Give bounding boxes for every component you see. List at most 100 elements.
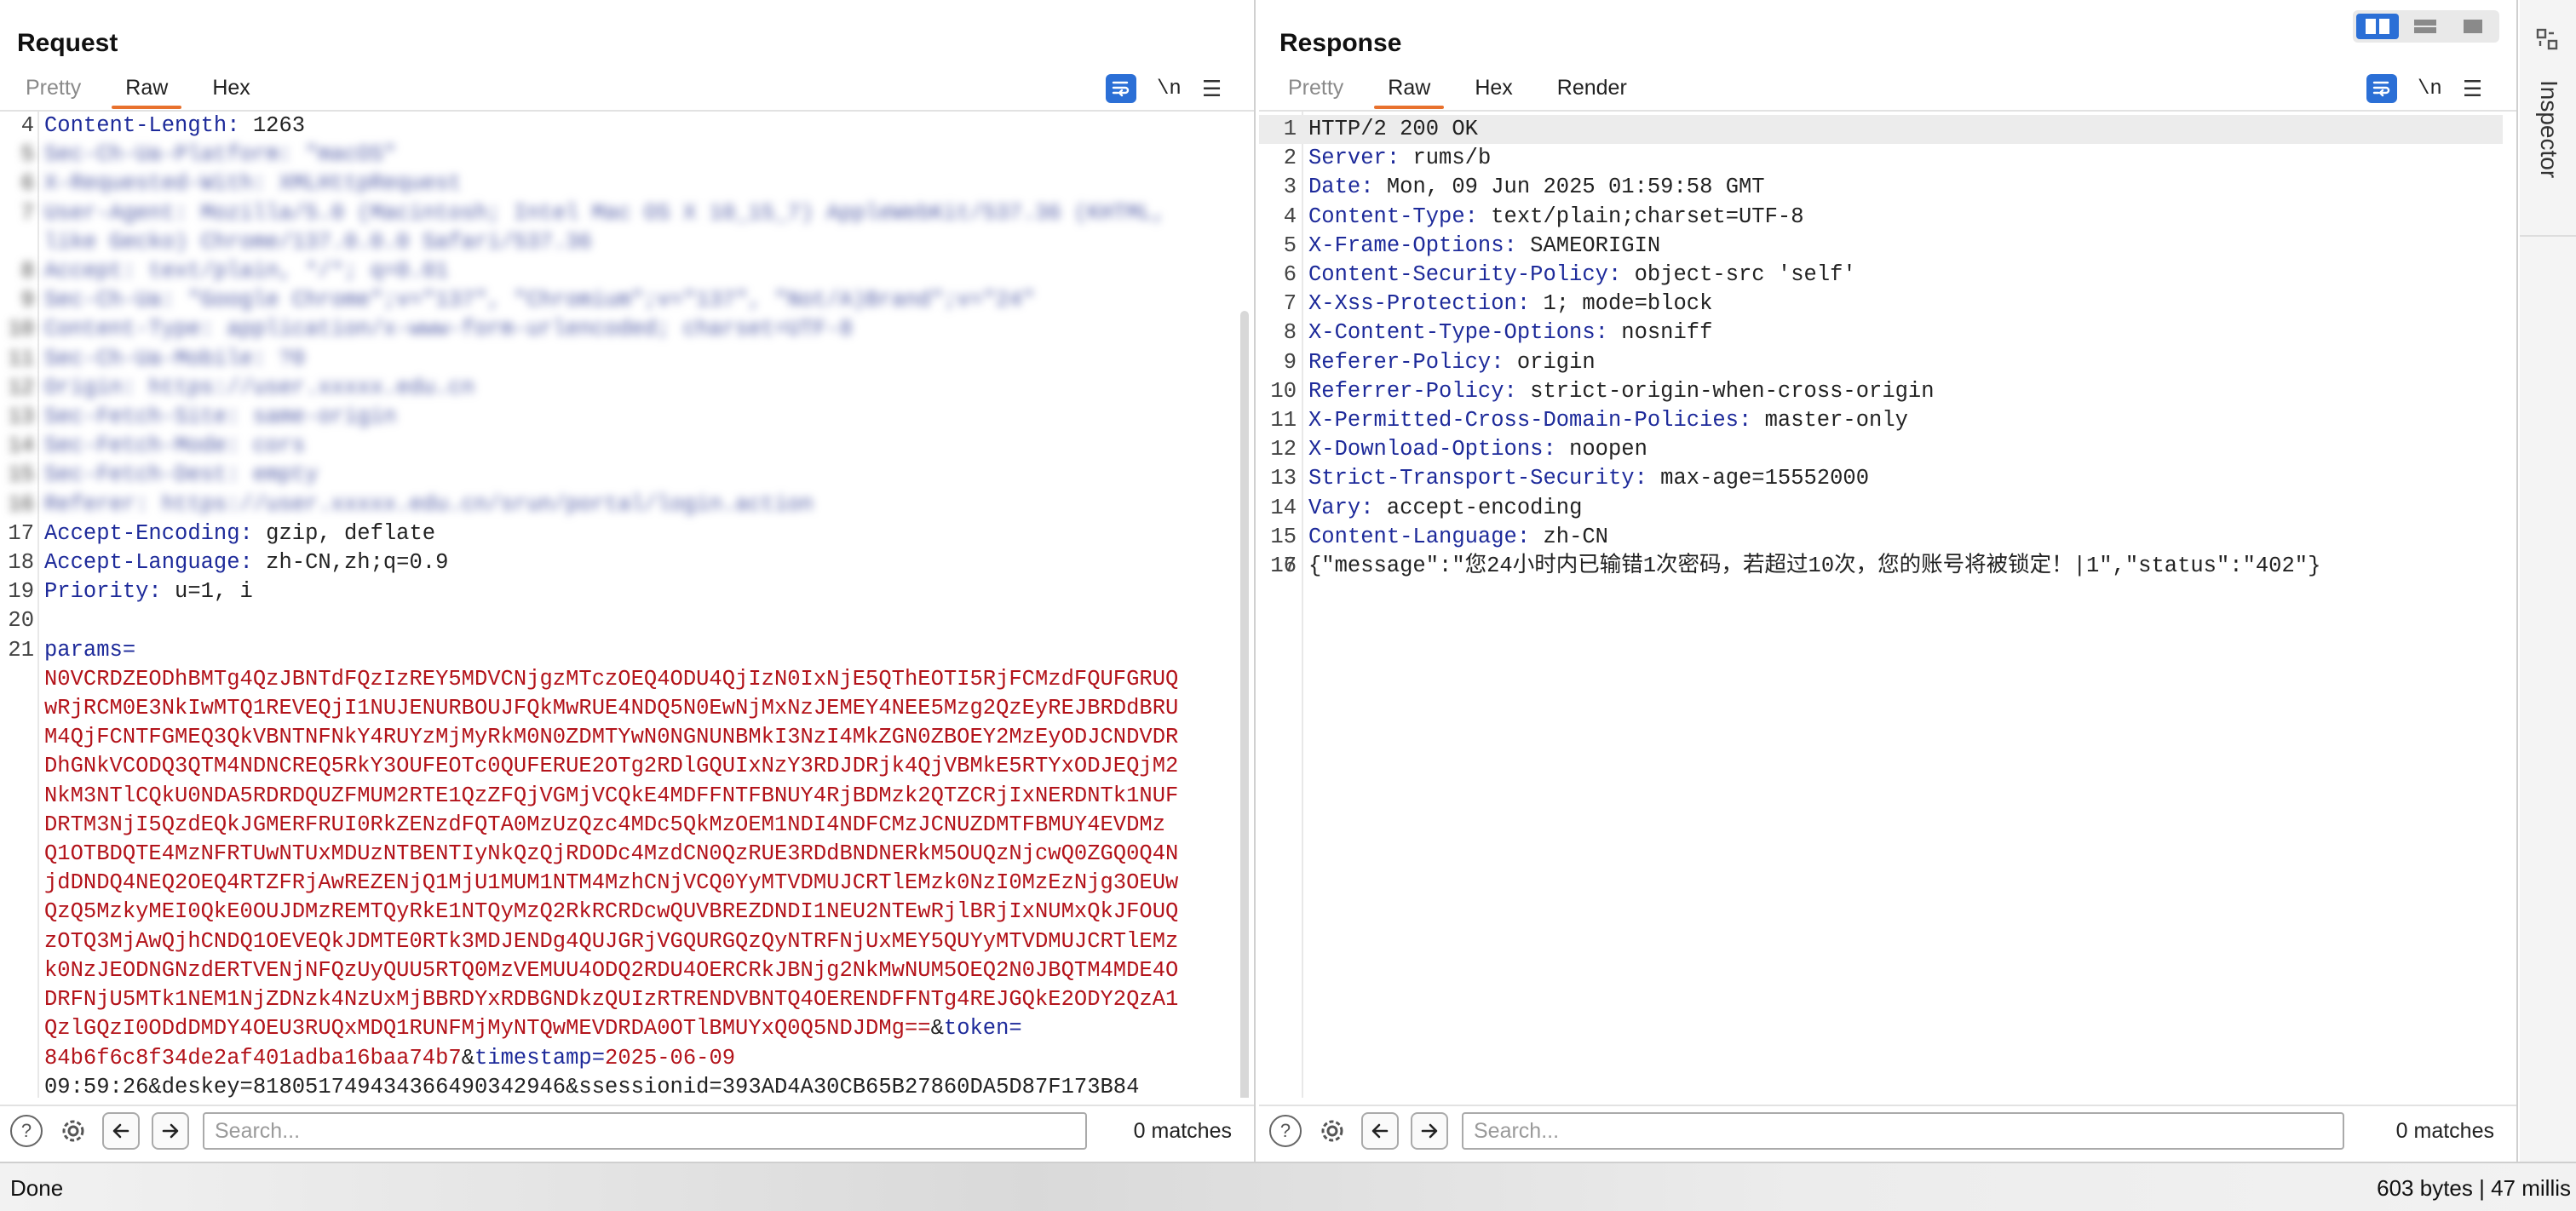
word-wrap-icon [2372,81,2390,97]
show-newlines-button[interactable]: \n [1157,77,1182,100]
response-line: 5 X-Frame-Options: SAMEORIGIN [1283,232,1661,258]
arrow-right-icon [1421,1123,1438,1139]
tab-raw[interactable]: Raw [1366,72,1452,111]
response-title: Response [1279,29,1402,57]
request-title: Request [17,29,118,57]
inspector-rail[interactable]: Inspector [2520,0,2576,1162]
request-param-line: DhGNkVCODQ3QTM4NDNCREQ5RkY3OUFEOTc0QUFER… [44,754,1179,779]
arrow-right-icon [162,1123,179,1139]
request-line-redacted: 5 Sec-Ch-Ua-Platform: "macOS" [20,142,397,168]
request-editor[interactable]: 4 Content-Length: 1263 5 Sec-Ch-Ua-Platfor… [0,112,1254,1098]
status-text: Done [10,1175,64,1201]
response-tab-tools: \n ☰ [2366,72,2482,106]
request-line: 4 Content-Length: 1263 [20,113,306,138]
columns-icon [2366,19,2389,34]
response-line: 6 Content-Security-Policy: object-src 'se… [1283,262,1856,288]
layout-side-by-side-button[interactable] [2356,14,2399,39]
request-line-redacted: 11 Sec-Ch-Ua-Mobile: ?0 [8,346,306,371]
layout-toggle [2353,10,2499,43]
request-line-redacted: 14 Sec-Fetch-Mode: cors [8,433,306,459]
request-param-line: zOTQ3MjAwQjhCNDQ1OEVEQkJDMTE0RTk3MDJENDg… [44,928,1179,954]
request-line-redacted: 8 Accept: text/plain, */*; q=0.01 [20,259,449,284]
response-line: 10 Referrer-Policy: strict-origin-when-cr… [1270,378,1935,404]
request-tab-tools: \n ☰ [1106,72,1222,106]
next-match-button[interactable] [152,1112,189,1150]
layout-stacked-button[interactable] [2404,14,2447,39]
response-line: 14 Vary: accept-encoding [1270,495,1583,520]
word-wrap-button[interactable] [2366,74,2397,103]
request-param-line: Q1OTBDQTE4MzNFRTUwNTUxMDUzNTBENTIyNkQzQj… [44,841,1179,867]
word-wrap-icon [1112,81,1130,97]
response-line: 12 X-Download-Options: noopen [1270,437,1647,462]
response-line: 15 Content-Language: zh-CN [1270,524,1608,549]
request-match-count: 0 matches [1133,1118,1232,1143]
request-line-empty: 20 [8,608,34,634]
response-line: 11 X-Permitted-Cross-Domain-Policies: mas… [1270,408,1908,433]
response-line: 4 Content-Type: text/plain;charset=UTF-8 [1283,204,1804,229]
inspector-label[interactable]: Inspector [2535,80,2562,178]
request-body-params-value: N0VCRDZEODhBMTg4QzJBNTdFQzIzREY5MDVCNjgz… [0,665,1240,1044]
response-match-count: 0 matches [2395,1118,2494,1143]
request-search-bar: ? 0 matches [0,1105,1254,1156]
inspector-icon[interactable] [2535,27,2559,51]
response-search-bar: ? 0 matches [1259,1105,2516,1156]
response-line: 7 X-Xss-Protection: 1; mode=block [1283,291,1713,317]
request-line: 19 Priority: u=1, i [8,579,253,605]
help-icon[interactable]: ? [10,1115,43,1147]
tab-raw[interactable]: Raw [103,72,190,111]
response-line: 3 Date: Mon, 09 Jun 2025 01:59:58 GMT [1283,175,1765,200]
request-line-redacted: 6 X-Requested-With: XMLHttpRequest [20,171,462,197]
request-body-token-line: 84b6f6c8f34de2af401adba16baa74b7&timesta… [44,1045,736,1070]
tab-hex[interactable]: Hex [1452,72,1534,111]
response-line: 17 {"message":"您24小时内已输错1次密码，若超过10次，您的账号将… [1270,554,2321,579]
request-param-line: jdDNDQ4NEQ2OEQ4RTZFRjAwREZENjQ1MjU1MUM1N… [44,870,1179,896]
single-pane-icon [2464,20,2482,33]
tab-render[interactable]: Render [1535,72,1649,111]
response-lines: 1 HTTP/2 200 OK 2 Server: rums/b 3 Date: Mon,… [1259,115,2503,581]
gear-icon[interactable] [56,1114,90,1148]
response-editor[interactable]: 1 HTTP/2 200 OK 2 Server: rums/b 3 Date: Mon,… [1259,112,2516,1098]
gear-icon[interactable] [1315,1114,1349,1148]
request-line-redacted: 9 Sec-Ch-Ua: "Google Chrome";v="137", "Ch… [20,288,1036,313]
request-line-redacted: 13 Sec-Fetch-Site: same-origin [8,405,397,430]
request-param-line: M4QjFCNTFGMEQ3QkVBNTNFNkY4RUYzMjMyRkM0N0… [44,725,1179,750]
request-body-params-key: 21 params= [8,637,136,663]
request-line-redacted: 15 Sec-Fetch-Dest: empty [8,462,319,488]
request-line-redacted: like Gecko) Chrome/137.0.0.0 Safari/537.… [44,229,592,255]
request-line-redacted: 10 Content-Type: application/x-www-form-u… [8,317,853,342]
response-tabs: Pretty Raw Hex Render [1266,72,1649,111]
request-line-redacted: 7 User-Agent: Mozilla/5.0 (Macintosh; Int… [20,200,1166,226]
request-body-last-line: 09:59:26&deskey=818051749434366490342946… [44,1074,1140,1098]
help-icon[interactable]: ? [1269,1115,1302,1147]
request-line: 17 Accept-Encoding: gzip, deflate [8,520,436,546]
hamburger-menu-icon[interactable]: ☰ [2463,77,2482,100]
show-newlines-button[interactable]: \n [2418,77,2442,100]
request-param-line: QzQ5MzkyMEI0QkE0OUJDMzREMTQyRkE1NTQyMzQ2… [44,899,1179,925]
burp-repeater-window: Request Pretty Raw Hex \n ☰ 4 Content-Len… [0,0,2576,1211]
next-match-button[interactable] [1411,1112,1448,1150]
request-param-line: DRTM3NjI5QzdEQkJGMERFRUI0RkZENzdFQTA0MzU… [44,812,1166,837]
request-search-input[interactable] [203,1112,1087,1150]
request-param-line: NkM3NTlCQkU0NDA5RDRDQUZFMUM2RTE1QzZFQjVG… [44,783,1179,808]
request-lines: 4 Content-Length: 1263 5 Sec-Ch-Ua-Platfor… [0,112,1240,1098]
hamburger-menu-icon[interactable]: ☰ [1202,77,1222,100]
response-line: 13 Strict-Transport-Security: max-age=155… [1270,466,1870,491]
request-tabs: Pretty Raw Hex [3,72,273,111]
previous-match-button[interactable] [1361,1112,1399,1150]
previous-match-button[interactable] [102,1112,140,1150]
request-param-line: wRjRCM0E3NkIwMTQ1REVEQjI1NUJENURBOUJFQkM… [44,696,1179,721]
response-line: 1 HTTP/2 200 OK [1259,115,2503,145]
arrow-left-icon [112,1123,129,1139]
response-line: 8 X-Content-Type-Options: nosniff [1283,320,1713,346]
response-search-input[interactable] [1462,1112,2344,1150]
tab-pretty[interactable]: Pretty [1266,72,1366,111]
request-param-line: DRFNjU5MTk1NEM1NjZDNzk4NzUxMjBBRDYxRDBGN… [44,987,1179,1013]
request-scrollbar[interactable] [1240,311,1249,1098]
request-line-redacted: 12 Origin: https://user.xxxxx.edu.cn [8,375,475,400]
word-wrap-button[interactable] [1106,74,1136,103]
response-size-timing: 603 bytes | 47 millis [2377,1175,2571,1201]
tab-pretty[interactable]: Pretty [3,72,103,111]
tab-hex[interactable]: Hex [190,72,272,111]
request-line: 18 Accept-Language: zh-CN,zh;q=0.9 [8,550,449,576]
layout-tabs-button[interactable] [2452,14,2494,39]
